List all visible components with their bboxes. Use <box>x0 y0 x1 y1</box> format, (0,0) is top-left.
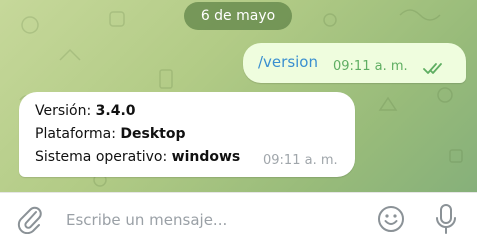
date-separator: 6 de mayo <box>184 2 292 30</box>
message-time: 09:11 a. m. <box>263 153 338 168</box>
double-check-icon <box>423 60 447 79</box>
platform-value: Desktop <box>120 126 186 142</box>
emoji-icon[interactable] <box>377 205 405 237</box>
version-label: Versión: <box>35 103 96 119</box>
platform-label: Plataforma: <box>35 126 121 142</box>
command-link[interactable]: /version <box>258 53 318 71</box>
message-input[interactable] <box>66 207 356 233</box>
incoming-message[interactable]: Versión: 3.4.0 Plataforma: Desktop Siste… <box>19 92 355 177</box>
os-value: windows <box>171 149 241 165</box>
platform-line: Plataforma: Desktop <box>35 126 185 142</box>
message-composer <box>0 192 477 249</box>
version-value: 3.4.0 <box>95 103 136 119</box>
chat-background: 6 de mayo /version 09:11 a. m. Versión: … <box>0 0 477 192</box>
message-time: 09:11 a. m. <box>333 59 408 74</box>
paperclip-icon[interactable] <box>16 204 44 238</box>
version-line: Versión: 3.4.0 <box>35 103 136 119</box>
os-label: Sistema operativo: <box>35 149 172 165</box>
microphone-icon[interactable] <box>433 203 459 239</box>
outgoing-message[interactable]: /version 09:11 a. m. <box>243 43 466 83</box>
os-line: Sistema operativo: windows <box>35 149 240 165</box>
